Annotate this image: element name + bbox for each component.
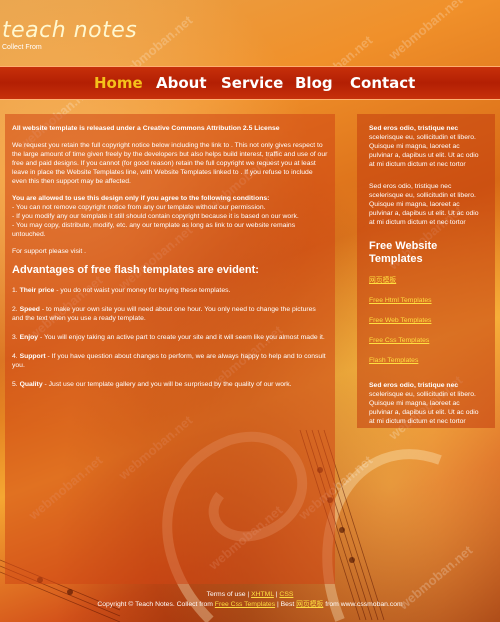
request-paragraph: We request you retain the full copyright… (12, 142, 328, 185)
advantage-item: 4. Support - If you have question about … (12, 352, 328, 370)
advantage-item: 2. Speed - to make your own site you wil… (12, 305, 328, 323)
advantages-heading: Advantages of free flash templates are e… (12, 264, 259, 276)
condition-item: - If you modify any our template it stil… (12, 213, 299, 220)
nav-contact[interactable]: Contact (350, 74, 415, 92)
wangye-link[interactable]: 网页模板 (296, 601, 323, 608)
main-navigation: Home About Service Blog Contact (0, 66, 500, 100)
advantage-number: 4. (12, 353, 18, 360)
conditions-list: - You can not remove copyright notice fr… (12, 203, 328, 239)
nav-service[interactable]: Service (221, 74, 283, 92)
terms-label: Terms of use | (206, 591, 252, 598)
nav-home[interactable]: Home (94, 74, 143, 92)
sidebar-block: Sed eros odio, tristique nec scelerisque… (369, 183, 479, 226)
advantage-text: - to make your own site you will need ab… (12, 306, 316, 322)
support-paragraph: For support please visit . (12, 248, 87, 255)
sidebar-link-web-templates[interactable]: Free Web Templates (369, 316, 483, 325)
advantage-title: Support (19, 353, 46, 360)
sidebar-block: Sed eros odio, tristique nec scelerisque… (369, 124, 483, 169)
sidebar-block-title: Sed eros odio, tristique nec (369, 382, 459, 389)
advantage-text: - Just use our template gallery and you … (42, 381, 292, 388)
sidebar: Sed eros odio, tristique nec scelerisque… (357, 114, 495, 428)
advantage-title: Enjoy (19, 334, 39, 341)
conditions-heading: You are allowed to use this design only … (12, 195, 270, 202)
sidebar-heading: Free Website Templates (369, 240, 438, 265)
advantage-number: 5. (12, 381, 18, 388)
advantage-item: 1. Their price - you do not waist your m… (12, 286, 328, 295)
css-link[interactable]: CSS (279, 591, 293, 598)
copyright-text: Copyright © Teach Notes. Collect from (97, 601, 215, 608)
advantage-number: 1. (12, 287, 18, 294)
site-tagline: Collect From (2, 44, 42, 51)
condition-item: - You may copy, distribute, modify, etc.… (12, 222, 296, 238)
advantage-text: - You will enjoy taking an active part t… (38, 334, 325, 341)
free-css-templates-link[interactable]: Free Css Templates (215, 601, 275, 608)
advantage-title: Quality (19, 381, 43, 388)
sidebar-link-css-templates[interactable]: Free Css Templates (369, 336, 483, 345)
site-title: teach notes (2, 18, 138, 43)
advantage-text: - If you have question about changes to … (12, 353, 326, 369)
sidebar-link-flash-templates[interactable]: Flash Templates (369, 356, 483, 365)
advantage-item: 3. Enjoy - You will enjoy taking an acti… (12, 333, 328, 342)
sidebar-link-html-templates[interactable]: Free Html Templates (369, 296, 483, 305)
advantage-title: Their price (19, 287, 55, 294)
advantage-item: 5. Quality - Just use our template galle… (12, 380, 328, 389)
from-text: from www.cssmoban.com (323, 601, 403, 608)
condition-item: - You can not remove copyright notice fr… (12, 204, 266, 211)
sidebar-link-wangye[interactable]: 网页模板 (369, 276, 483, 285)
nav-about[interactable]: About (156, 74, 207, 92)
license-heading: All website template is released under a… (12, 125, 280, 132)
advantage-number: 3. (12, 334, 18, 341)
watermark: webmoban.net (385, 0, 466, 63)
footer-copyright-line: Copyright © Teach Notes. Collect from Fr… (0, 600, 500, 610)
sidebar-block-text: scelerisque eu, sollicitudin et libero. … (369, 391, 479, 425)
advantage-text: - you do not waist your money for buying… (54, 287, 231, 294)
sidebar-block-text: scelerisque eu, sollicitudin et libero. … (369, 134, 479, 168)
main-content: All website template is released under a… (5, 114, 335, 584)
footer: Terms of use | XHTML | CSS Copyright © T… (0, 590, 500, 610)
best-text: | Best (275, 601, 297, 608)
advantage-number: 2. (12, 306, 18, 313)
advantage-title: Speed (19, 306, 40, 313)
sidebar-block: Sed eros odio, tristique nec scelerisque… (369, 381, 483, 426)
nav-blog[interactable]: Blog (295, 74, 333, 92)
xhtml-link[interactable]: XHTML (251, 591, 274, 598)
footer-terms-line: Terms of use | XHTML | CSS (0, 590, 500, 600)
sidebar-block-title: Sed eros odio, tristique nec (369, 125, 459, 132)
